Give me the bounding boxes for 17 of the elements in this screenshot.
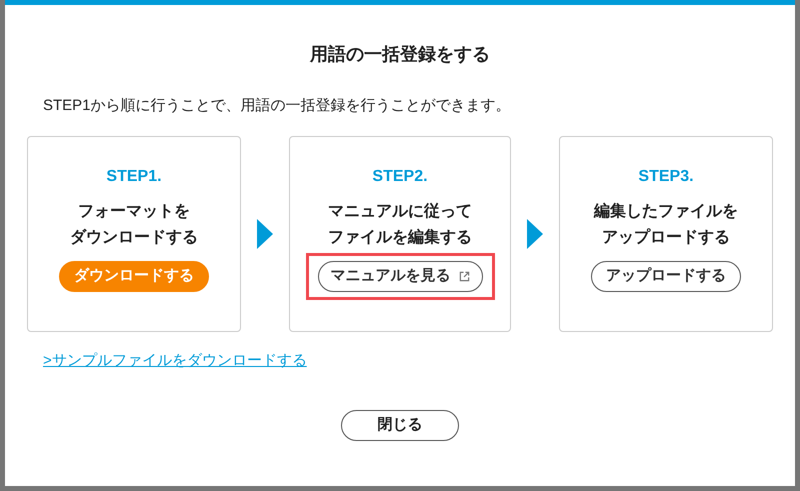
pill-button[interactable]: マニュアルを見る bbox=[318, 260, 482, 292]
step-heading-line: アップロードする bbox=[602, 227, 730, 248]
step-heading-line: ファイルを編集する bbox=[328, 228, 472, 248]
step-label: STEP1. bbox=[106, 166, 162, 186]
step-label: STEP2. bbox=[372, 166, 428, 186]
step-heading-line: 編集したファイルを bbox=[594, 202, 738, 222]
step-heading-line: マニュアルに従って bbox=[328, 202, 472, 222]
arrow-icon bbox=[527, 218, 543, 248]
arrow-icon bbox=[257, 218, 273, 248]
close-button[interactable]: 閉じる bbox=[341, 410, 459, 441]
step-heading-line: ダウンロードする bbox=[70, 228, 198, 248]
step-heading-line: フォーマットを bbox=[78, 202, 190, 222]
dialog-title: 用語の一括登録をする bbox=[310, 43, 490, 66]
pill-button[interactable]: アップロードする bbox=[591, 260, 741, 292]
external-link-icon bbox=[458, 270, 470, 282]
step-label: STEP3. bbox=[638, 166, 694, 186]
description-text: STEP1から順に行うことで、用語の一括登録を行うことができます。 bbox=[43, 96, 511, 116]
